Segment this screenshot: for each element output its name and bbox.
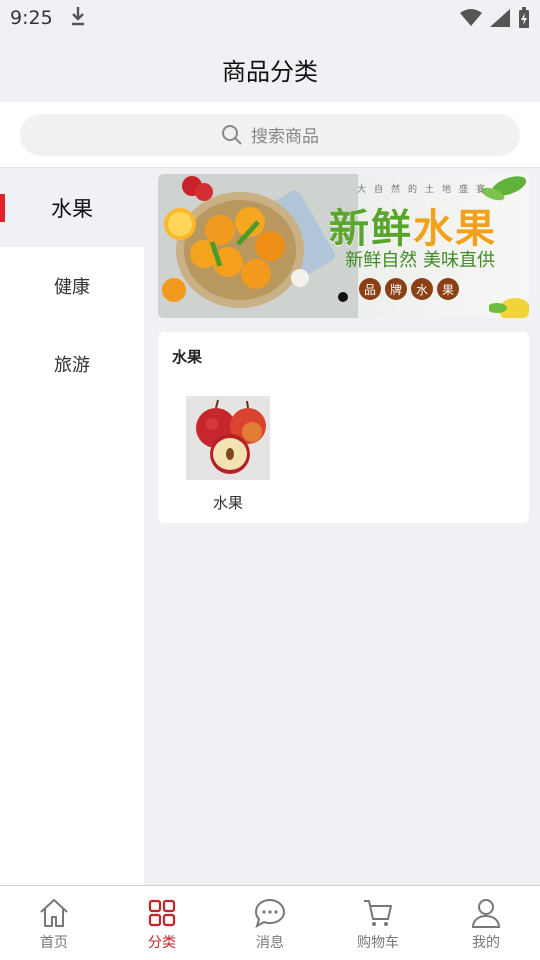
banner-tag-char: 牌 — [385, 278, 407, 300]
sidebar-item-label: 健康 — [54, 277, 90, 298]
tab-cart[interactable]: 购物车 — [324, 886, 432, 960]
signal-icon — [490, 9, 510, 27]
banner-tag-char: 水 — [411, 278, 433, 300]
banner-fruit-image — [158, 174, 358, 318]
apple-image — [186, 396, 270, 480]
page-title: 商品分类 — [222, 57, 318, 86]
sidebar-item-label: 水果 — [51, 197, 93, 221]
tab-label: 消息 — [256, 935, 284, 951]
search-input[interactable]: 搜索商品 — [20, 113, 520, 156]
wifi-icon — [460, 9, 482, 26]
tab-label: 购物车 — [357, 935, 399, 951]
tab-label: 首页 — [40, 935, 68, 951]
category-sidebar: 水果 健康 旅游 — [0, 169, 144, 885]
grid-icon — [148, 899, 176, 927]
status-bar: 9:25 — [0, 0, 540, 36]
banner-subtitle: 新鲜自然 美味直供 — [345, 250, 495, 271]
sidebar-item-health[interactable]: 健康 — [0, 247, 144, 325]
tab-home[interactable]: 首页 — [0, 886, 108, 960]
search-bar: 搜索商品 — [0, 102, 540, 168]
tab-label: 分类 — [148, 935, 176, 951]
sidebar-item-travel[interactable]: 旅游 — [0, 325, 144, 403]
search-icon — [222, 124, 242, 145]
cart-icon — [364, 900, 392, 926]
page-header: 商品分类 — [0, 36, 540, 102]
tab-label: 我的 — [472, 935, 500, 951]
bottom-tab-bar: 首页 分类 消息 购物车 我的 — [0, 885, 540, 960]
tab-messages[interactable]: 消息 — [216, 886, 324, 960]
search-placeholder: 搜索商品 — [251, 127, 319, 147]
section-title: 水果 — [172, 348, 203, 366]
product-item[interactable]: 水果 — [186, 396, 270, 513]
subcategory-card: 水果 水果 — [158, 332, 529, 523]
download-icon — [69, 5, 87, 32]
promo-banner[interactable]: 大自然的土地盛宴 新鲜水果 新鲜自然 美味直供 品 牌 水 果 — [158, 174, 529, 318]
status-time: 9:25 — [10, 7, 53, 29]
banner-brand-tag: 品 牌 水 果 — [359, 278, 459, 300]
chat-icon — [254, 898, 286, 929]
user-icon — [471, 899, 501, 928]
carousel-indicator-dot[interactable] — [338, 292, 348, 302]
battery-icon — [519, 7, 529, 28]
banner-tag-char: 品 — [359, 278, 381, 300]
product-label: 水果 — [212, 494, 243, 512]
home-icon — [40, 899, 68, 927]
lemon-decoration-icon — [489, 298, 529, 318]
tab-profile[interactable]: 我的 — [432, 886, 540, 960]
product-image — [186, 396, 270, 480]
banner-small-text: 大自然的土地盛宴 — [356, 185, 493, 195]
status-indicators — [460, 7, 530, 29]
tab-category[interactable]: 分类 — [108, 886, 216, 960]
banner-tag-char: 果 — [437, 278, 459, 300]
sidebar-item-fruit[interactable]: 水果 — [0, 169, 144, 247]
sidebar-item-label: 旅游 — [54, 355, 90, 376]
